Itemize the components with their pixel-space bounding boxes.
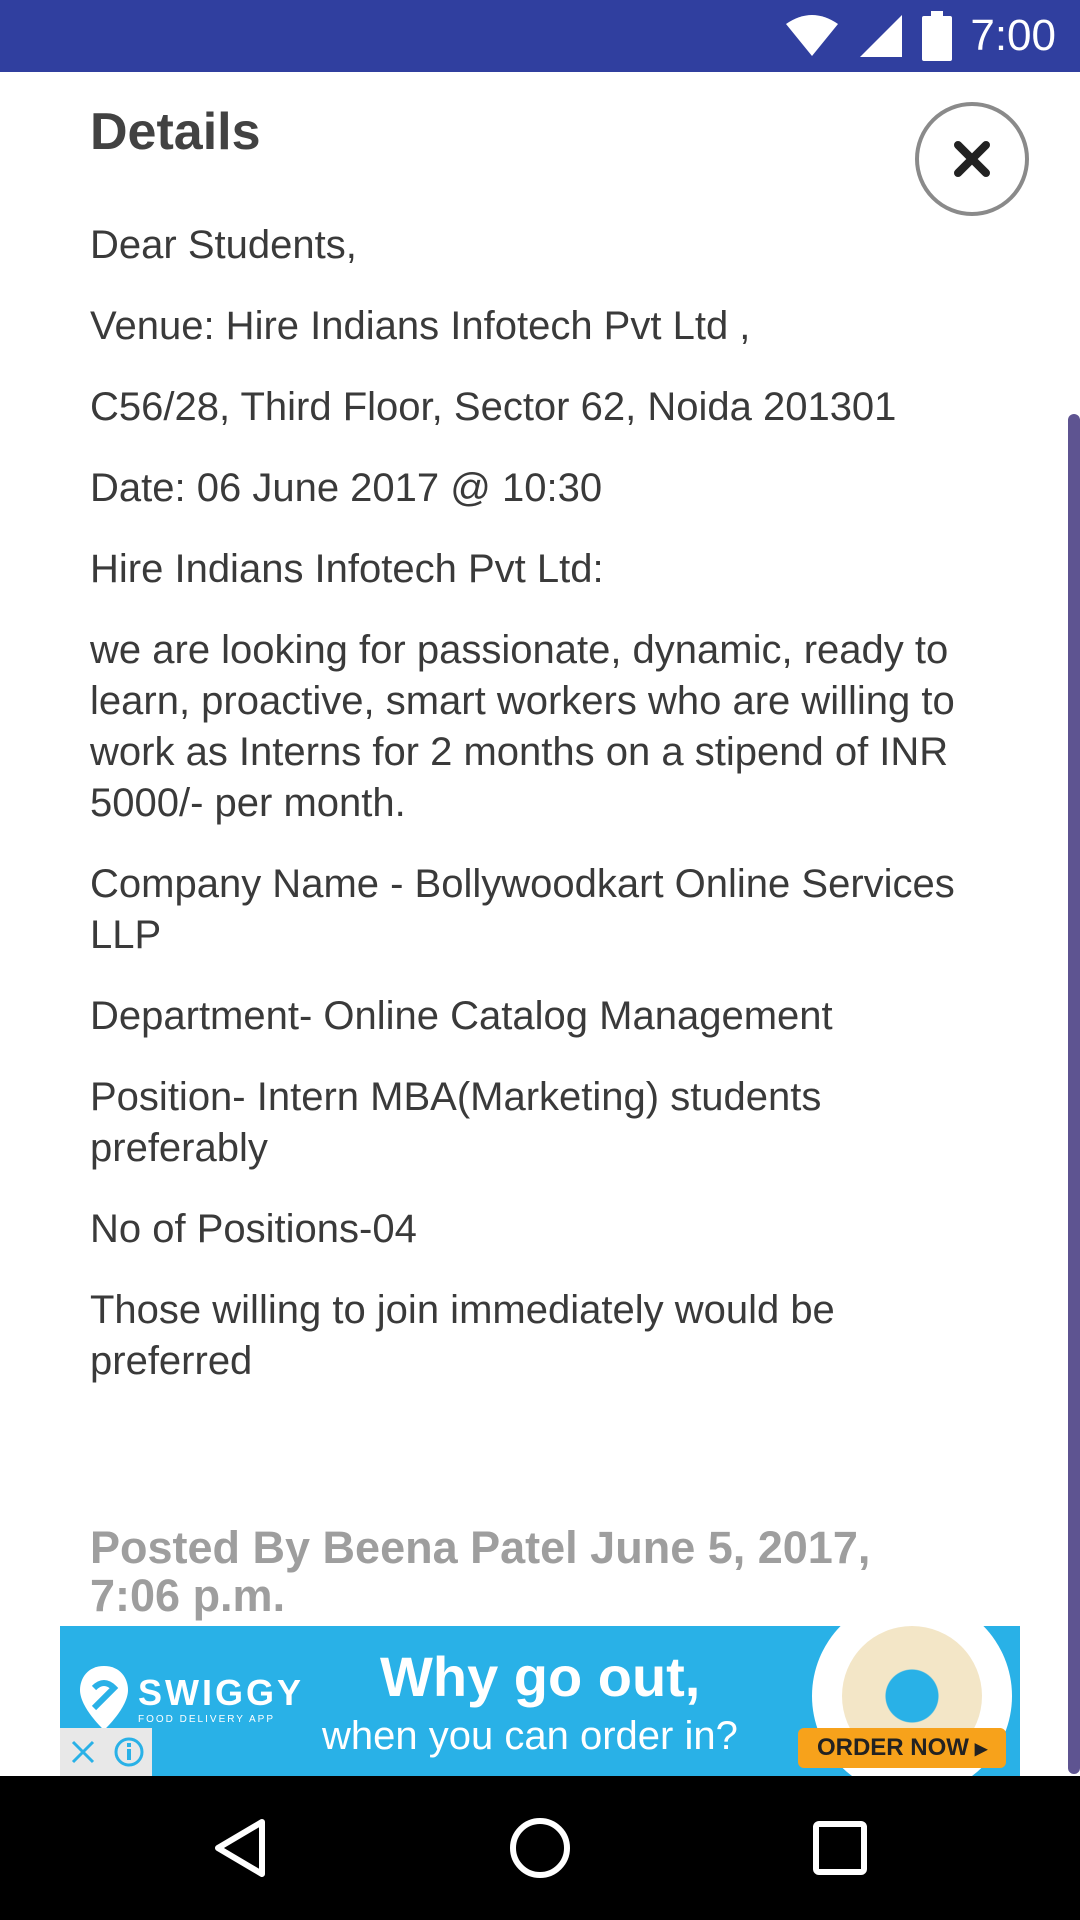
venue-paragraph: Venue: Hire Indians Infotech Pvt Ltd , — [90, 304, 751, 348]
close-icon — [954, 141, 990, 177]
navigation-bar — [0, 1776, 1080, 1920]
joining-paragraph: Those willing to join immediately would … — [90, 1288, 835, 1383]
info-icon — [114, 1737, 144, 1767]
back-icon — [215, 1819, 265, 1877]
home-button[interactable] — [490, 1776, 590, 1920]
details-body: Dear Students, Venue: Hire Indians Infot… — [90, 220, 970, 1417]
home-icon — [510, 1818, 570, 1878]
address-paragraph: C56/28, Third Floor, Sector 62, Noida 20… — [90, 385, 897, 429]
ad-close-icon — [71, 1740, 95, 1764]
status-icons: 7:00 — [784, 0, 1056, 72]
ad-subline: when you can order in? — [322, 1714, 738, 1758]
greeting-paragraph: Dear Students, — [90, 223, 357, 267]
ad-banner[interactable]: SWIGGY FOOD DELIVERY APP Why go out, whe… — [60, 1626, 1020, 1776]
signal-icon — [860, 15, 903, 57]
ad-close-button[interactable] — [60, 1728, 106, 1776]
back-button[interactable] — [190, 1776, 290, 1920]
company-name-paragraph: Company Name - Bollywoodkart Online Serv… — [90, 862, 955, 957]
description-paragraph: we are looking for passionate, dynamic, … — [90, 628, 955, 825]
status-bar: 7:00 — [0, 0, 1080, 72]
posted-by: Posted By Beena Patel June 5, 2017, 7:06… — [90, 1522, 871, 1621]
ad-info-button[interactable] — [106, 1728, 152, 1776]
ad-brand-tagline: FOOD DELIVERY APP — [138, 1713, 276, 1725]
recents-icon — [813, 1821, 867, 1875]
play-arrow-icon: ▸ — [974, 1734, 988, 1762]
swiggy-logo-icon — [80, 1666, 128, 1730]
battery-icon — [922, 11, 953, 61]
ad-headline: Why go out, — [380, 1645, 701, 1708]
ad-logo: SWIGGY FOOD DELIVERY APP — [78, 1664, 304, 1732]
details-dialog: Details Dear Students, Venue: Hire India… — [0, 72, 1080, 1776]
status-time: 7:00 — [970, 11, 1056, 60]
dialog-title: Details — [90, 103, 261, 161]
order-now-label: ORDER NOW — [816, 1734, 969, 1761]
close-button[interactable] — [915, 102, 1029, 216]
date-paragraph: Date: 06 June 2017 @ 10:30 — [90, 466, 603, 510]
wifi-icon — [786, 15, 839, 56]
department-paragraph: Department- Online Catalog Management — [90, 994, 833, 1038]
ad-brand: SWIGGY — [138, 1671, 305, 1713]
recents-button[interactable] — [790, 1776, 890, 1920]
position-paragraph: Position- Intern MBA(Marketing) students… — [90, 1075, 822, 1170]
positions-count-paragraph: No of Positions-04 — [90, 1207, 417, 1251]
scrollbar[interactable] — [1068, 414, 1080, 1774]
order-now-button[interactable]: ORDER NOW ▸ — [798, 1728, 1006, 1768]
company-heading-paragraph: Hire Indians Infotech Pvt Ltd: — [90, 547, 604, 591]
ad-controls — [60, 1728, 152, 1776]
